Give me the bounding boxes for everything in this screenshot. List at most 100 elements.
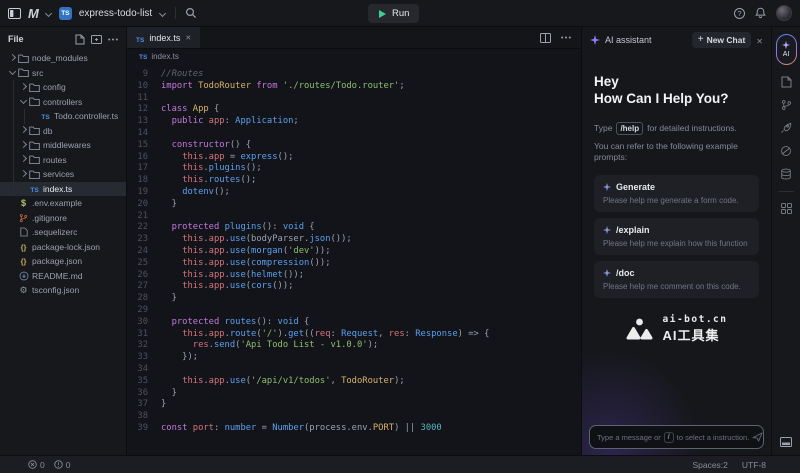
tree-item-package-json[interactable]: package.json (0, 254, 126, 269)
warnings-status[interactable]: 0 (54, 460, 71, 470)
chevron-down-icon[interactable] (159, 10, 166, 17)
sidebar-toggle-icon[interactable] (8, 8, 21, 19)
tree-item-controllers[interactable]: controllers (0, 95, 126, 110)
code-line: 27 this.app.use(cors()); (127, 281, 581, 293)
tree-item-src[interactable]: src (0, 66, 126, 81)
code-line: 33 }); (127, 352, 581, 364)
prompt-card-explain[interactable]: /explainPlease help me explain how this … (594, 218, 759, 255)
prompt-card-doc[interactable]: /docPlease help me comment on this code. (594, 261, 759, 298)
typescript-file-icon (136, 29, 144, 47)
help-command-chip[interactable]: /help (616, 122, 643, 135)
tree-item-todo-controller-ts[interactable]: Todo.controller.ts (0, 109, 126, 124)
tree-item-services[interactable]: services (0, 167, 126, 182)
file-icon (39, 111, 52, 121)
help-icon[interactable] (734, 8, 745, 19)
typescript-file-icon (139, 52, 147, 61)
search-icon[interactable] (185, 7, 197, 19)
new-folder-icon[interactable] (91, 34, 102, 44)
code-editor[interactable]: 9//Routes10import TodoRouter from './rou… (127, 64, 581, 455)
chevron-right-icon (18, 173, 28, 176)
tree-item-package-lock-json[interactable]: package-lock.json (0, 240, 126, 255)
bottom-panel-icon[interactable] (780, 437, 792, 447)
sparkle-icon (603, 269, 611, 277)
folder-icon (17, 68, 30, 77)
close-panel-icon[interactable] (756, 31, 763, 49)
code-line: 24 this.app.use(morgan('dev')); (127, 246, 581, 258)
file-icon (28, 184, 41, 194)
code-line: 13 public app: Application; (127, 116, 581, 128)
divider (779, 191, 794, 192)
tree-item-label: .gitignore (32, 213, 67, 223)
tab-index-ts[interactable]: index.ts (127, 27, 200, 48)
send-icon[interactable] (752, 432, 763, 442)
tree-item--env-example[interactable]: .env.example (0, 196, 126, 211)
greeting-line2: How Can I Help You? (594, 91, 759, 108)
more-actions-icon[interactable] (561, 36, 571, 39)
ai-assistant-tab-icon[interactable]: AI (776, 34, 797, 65)
preview-link-icon[interactable] (780, 145, 792, 157)
errors-status[interactable]: 0 (28, 460, 45, 470)
play-icon (378, 9, 387, 19)
code-line: 35 this.app.use('/api/v1/todos', TodoRou… (127, 376, 581, 388)
docs-icon[interactable] (781, 76, 792, 88)
indentation-status[interactable]: Spaces:2 (692, 460, 727, 470)
tree-item-index-ts[interactable]: index.ts (0, 182, 126, 197)
breadcrumb-file: index.ts (151, 52, 179, 61)
ai-greeting: Hey How Can I Help You? (594, 74, 759, 108)
close-tab-icon[interactable] (185, 33, 191, 42)
indent-guide (24, 109, 25, 124)
editor-tab-bar: index.ts (127, 27, 581, 49)
source-control-icon[interactable] (781, 99, 792, 111)
marscode-logo[interactable]: M (28, 6, 38, 21)
chat-input[interactable]: Type a message or / to select a instruct… (589, 425, 764, 449)
tree-item--sequelizerc[interactable]: .sequelizerc (0, 225, 126, 240)
prompt-card-generate[interactable]: GeneratePlease help me generate a form c… (594, 175, 759, 212)
tree-item-label: services (43, 169, 74, 179)
new-file-icon[interactable] (75, 34, 85, 45)
tree-item-readme-md[interactable]: README.md (0, 269, 126, 284)
more-actions-icon[interactable] (108, 38, 118, 41)
encoding-status[interactable]: UTF-8 (742, 460, 766, 470)
tree-item-db[interactable]: db (0, 124, 126, 139)
chevron-down-icon[interactable] (45, 10, 52, 17)
ai-badge-label: AI (783, 51, 790, 58)
watermark-title: AI工具集 (663, 325, 728, 344)
run-button-label: Run (392, 8, 409, 19)
rocket-icon[interactable] (780, 122, 792, 134)
tab-label: index.ts (149, 33, 180, 43)
bell-icon[interactable] (755, 7, 766, 19)
tree-item-tsconfig-json[interactable]: tsconfig.json (0, 283, 126, 298)
project-name[interactable]: express-todo-list (79, 8, 152, 19)
split-editor-icon[interactable] (540, 33, 551, 43)
code-line: 38 (127, 411, 581, 423)
input-placeholder: to select a instruction. (677, 433, 750, 442)
code-line: 9//Routes (127, 69, 581, 81)
tree-item-middlewares[interactable]: middlewares (0, 138, 126, 153)
code-line: 11 (127, 93, 581, 105)
watermark: ai-bot.cn AI工具集 (594, 314, 759, 344)
folder-icon (28, 170, 41, 179)
tree-item-node-modules[interactable]: node_modules (0, 51, 126, 66)
code-line: 10import TodoRouter from './routes/Todo.… (127, 81, 581, 93)
ai-bot-logo-icon (626, 317, 656, 341)
file-icon (17, 213, 30, 223)
folder-icon (17, 54, 30, 63)
run-button[interactable]: Run (368, 4, 419, 23)
plus-icon (698, 35, 704, 45)
ai-panel-title: AI assistant (605, 35, 652, 45)
tree-item-label: config (43, 82, 66, 92)
apps-grid-icon[interactable] (781, 203, 792, 214)
code-line: 39const port: number = Number(process.en… (127, 423, 581, 435)
code-line: 12class App { (127, 104, 581, 116)
code-line: 36 } (127, 388, 581, 400)
tree-item--gitignore[interactable]: .gitignore (0, 211, 126, 226)
tree-item-label: package-lock.json (32, 242, 100, 252)
tree-item-config[interactable]: config (0, 80, 126, 95)
editor-area: index.ts index.ts 9//Routes10import Todo… (127, 27, 581, 455)
new-chat-button[interactable]: New Chat (692, 32, 752, 48)
breadcrumb[interactable]: index.ts (127, 49, 581, 64)
help-instruction: Type /help for detailed instructions. (594, 122, 759, 135)
user-avatar[interactable] (776, 5, 792, 21)
tree-item-routes[interactable]: routes (0, 153, 126, 168)
database-icon[interactable] (780, 168, 792, 180)
